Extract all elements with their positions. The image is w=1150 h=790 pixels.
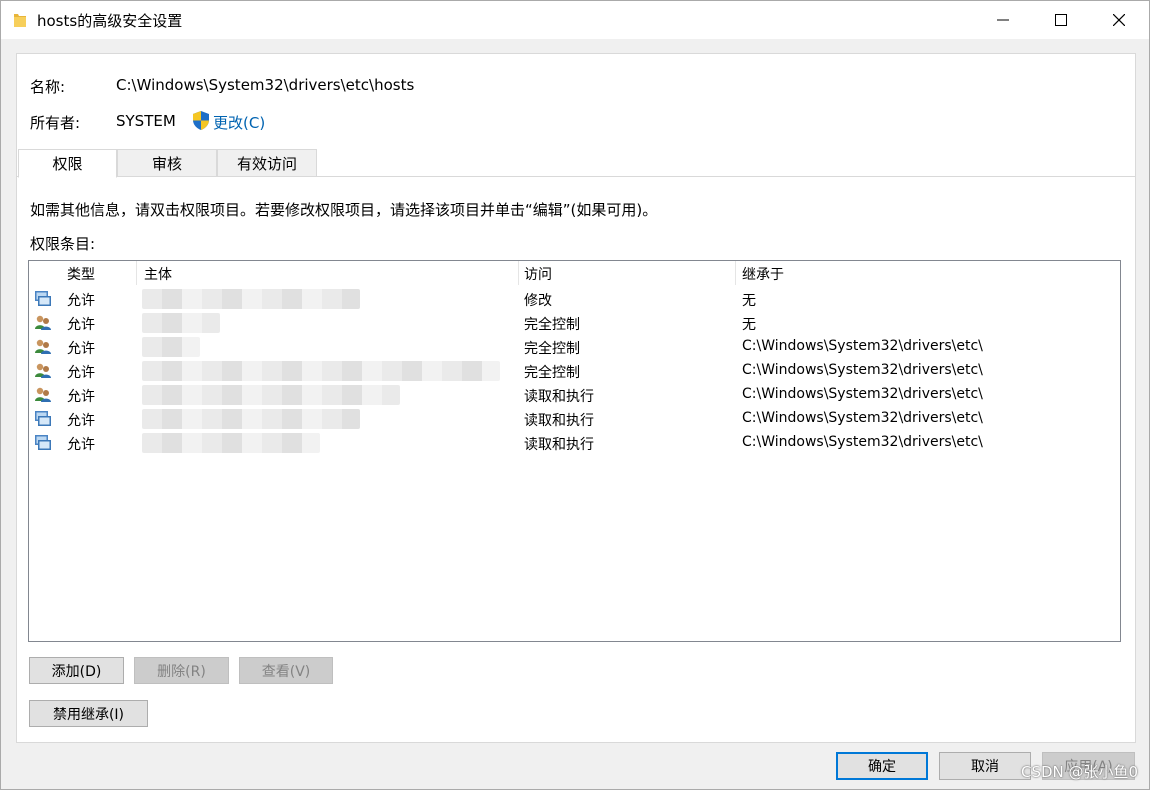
ok-button[interactable]: 确定: [836, 752, 928, 780]
entry-type: 允许: [67, 389, 95, 405]
folder-icon: [14, 14, 26, 27]
remove-button[interactable]: 删除(R): [134, 657, 229, 684]
cancel-button[interactable]: 取消: [939, 752, 1031, 780]
add-button[interactable]: 添加(D): [29, 657, 124, 684]
entry-inherited-from: C:\Windows\System32\drivers\etc\: [742, 338, 983, 354]
entry-inherited-from: C:\Windows\System32\drivers\etc\: [742, 410, 983, 426]
users-group-icon: [35, 339, 51, 354]
entry-inherited-from: 无: [742, 293, 756, 309]
computer-group-icon: [35, 411, 51, 426]
permission-entries-list[interactable]: 类型 主体 访问 继承于 允许 修改 无 允许 完全控制 无 允许 完全控制 C…: [28, 260, 1121, 642]
computer-group-icon: [35, 435, 51, 450]
minimize-icon: [997, 19, 1009, 21]
entry-type: 允许: [67, 437, 95, 453]
computer-group-icon: [35, 291, 51, 306]
entry-access: 修改: [524, 293, 552, 309]
tab-bar: 权限 审核 有效访问: [17, 149, 1135, 178]
redacted-principal: [142, 361, 500, 381]
entry-type: 允许: [67, 413, 95, 429]
column-separator[interactable]: [136, 261, 137, 285]
redacted-principal: [142, 409, 360, 429]
redacted-principal: [142, 313, 220, 333]
column-separator[interactable]: [735, 261, 736, 285]
owner-label: 所有者:: [30, 114, 81, 132]
users-group-icon: [35, 315, 51, 330]
disable-inheritance-button[interactable]: 禁用继承(I): [29, 700, 148, 727]
column-header-type[interactable]: 类型: [67, 264, 95, 284]
close-button[interactable]: [1090, 1, 1148, 39]
column-header-inherited-from[interactable]: 继承于: [742, 264, 784, 284]
window-title: hosts的高级安全设置: [37, 12, 183, 30]
close-icon: [1113, 14, 1125, 26]
entry-inherited-from: C:\Windows\System32\drivers\etc\: [742, 362, 983, 378]
table-row[interactable]: 允许 读取和执行 C:\Windows\System32\drivers\etc…: [29, 383, 1120, 407]
tab-effective-access[interactable]: 有效访问: [217, 149, 317, 177]
tab-permissions[interactable]: 权限: [18, 149, 117, 178]
users-group-icon: [35, 363, 51, 378]
maximize-icon: [1055, 14, 1067, 26]
entry-inherited-from: C:\Windows\System32\drivers\etc\: [742, 386, 983, 402]
permission-entries-label: 权限条目:: [30, 235, 96, 253]
table-row[interactable]: 允许 完全控制 无: [29, 311, 1120, 335]
column-header-access[interactable]: 访问: [524, 264, 552, 284]
tab-auditing[interactable]: 审核: [117, 149, 217, 177]
redacted-principal: [142, 289, 360, 309]
entry-inherited-from: 无: [742, 317, 756, 333]
table-row[interactable]: 允许 完全控制 C:\Windows\System32\drivers\etc\: [29, 335, 1120, 359]
owner-value: SYSTEM: [116, 112, 176, 130]
entry-type: 允许: [67, 317, 95, 333]
entry-access: 完全控制: [524, 365, 580, 381]
table-row[interactable]: 允许 完全控制 C:\Windows\System32\drivers\etc\: [29, 359, 1120, 383]
uac-shield-icon: [193, 111, 209, 130]
redacted-principal: [142, 385, 400, 405]
tab-divider: [17, 176, 1135, 177]
entry-access: 完全控制: [524, 317, 580, 333]
entry-inherited-from: C:\Windows\System32\drivers\etc\: [742, 434, 983, 450]
table-row[interactable]: 允许 读取和执行 C:\Windows\System32\drivers\etc…: [29, 431, 1120, 455]
column-header-principal[interactable]: 主体: [144, 264, 172, 284]
minimize-button[interactable]: [974, 1, 1032, 39]
redacted-principal: [142, 433, 320, 453]
watermark: CSDN @张小鱼0: [1021, 763, 1139, 781]
users-group-icon: [35, 387, 51, 402]
redacted-principal: [142, 337, 200, 357]
name-value: C:\Windows\System32\drivers\etc\hosts: [116, 76, 415, 94]
title-bar[interactable]: hosts的高级安全设置: [1, 1, 1149, 39]
info-text: 如需其他信息，请双击权限项目。若要修改权限项目，请选择该项目并单击“编辑”(如果…: [30, 201, 658, 219]
entry-access: 读取和执行: [524, 413, 594, 429]
name-label: 名称:: [30, 78, 66, 96]
entry-type: 允许: [67, 341, 95, 357]
change-owner-link[interactable]: 更改(C): [213, 112, 265, 133]
maximize-button[interactable]: [1032, 1, 1090, 39]
table-row[interactable]: 允许 读取和执行 C:\Windows\System32\drivers\etc…: [29, 407, 1120, 431]
column-separator[interactable]: [518, 261, 519, 285]
view-button[interactable]: 查看(V): [239, 657, 333, 684]
entry-type: 允许: [67, 293, 95, 309]
entry-type: 允许: [67, 365, 95, 381]
list-header: 类型 主体 访问 继承于: [29, 261, 1120, 285]
table-row[interactable]: 允许 修改 无: [29, 287, 1120, 311]
entry-access: 完全控制: [524, 341, 580, 357]
advanced-security-window: hosts的高级安全设置 名称: C:\Windows\System32\dri…: [0, 0, 1150, 790]
entry-access: 读取和执行: [524, 389, 594, 405]
security-panel: 名称: C:\Windows\System32\drivers\etc\host…: [16, 53, 1136, 743]
entry-access: 读取和执行: [524, 437, 594, 453]
